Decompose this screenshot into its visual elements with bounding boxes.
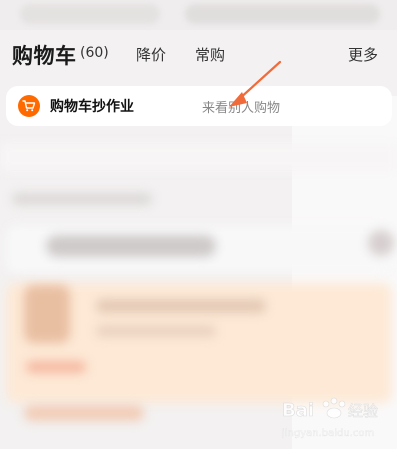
svg-text:经验: 经验 <box>348 402 378 420</box>
baidu-watermark-icon: Bai 经验 jingyan.baidu.com <box>282 397 378 439</box>
svg-text:jingyan.baidu.com: jingyan.baidu.com <box>282 428 374 439</box>
annotation-arrow-icon <box>229 60 282 107</box>
svg-text:Bai: Bai <box>282 400 314 421</box>
